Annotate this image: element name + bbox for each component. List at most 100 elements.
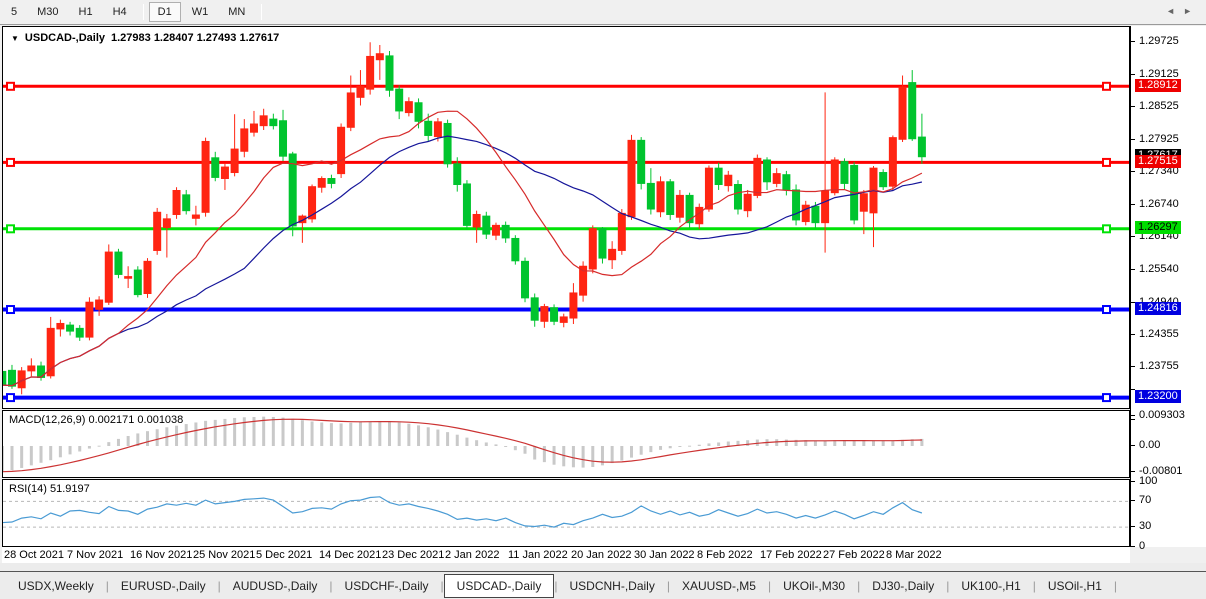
axis-tick: [1131, 334, 1135, 335]
macd-indicator-pane[interactable]: MACD(12,26,9) 0.002171 0.001038: [2, 410, 1130, 478]
tab-usoil-h1[interactable]: USOil-,H1: [1036, 574, 1114, 598]
hline-handle[interactable]: [7, 83, 14, 90]
ma-fast-line: [3, 111, 922, 385]
hline-handle[interactable]: [7, 306, 14, 313]
tab-ukoil-m30[interactable]: UKOil-,M30: [771, 574, 857, 598]
hline-handle[interactable]: [7, 394, 14, 401]
macd-signal-line: [3, 419, 922, 472]
hline-handle[interactable]: [7, 225, 14, 232]
date-label: 5 Dec 2021: [256, 549, 312, 561]
bottom-strip: [0, 563, 1206, 571]
rsi-axis-label: 0: [1139, 540, 1145, 552]
rsi-indicator-pane[interactable]: RSI(14) 51.9197: [2, 479, 1130, 547]
axis-tick: [1131, 366, 1135, 367]
date-label: 17 Feb 2022: [760, 549, 822, 561]
tab-usdcad-daily[interactable]: USDCAD-,Daily: [444, 574, 555, 598]
price-tick-label: 1.27925: [1139, 133, 1179, 145]
axis-tick: [1131, 526, 1135, 527]
ma-slow-line: [3, 136, 922, 386]
symbol-tabbar: USDX,Weekly|EURUSD-,Daily|AUDUSD-,Daily|…: [0, 571, 1206, 599]
price-tick-label: 1.28525: [1139, 100, 1179, 112]
date-label: 28 Oct 2021: [4, 549, 64, 561]
timeframe-button-h4[interactable]: H4: [104, 2, 136, 22]
hline-handle[interactable]: [1103, 225, 1110, 232]
timeframe-button-d1[interactable]: D1: [149, 2, 181, 22]
rsi-axis-label: 100: [1139, 475, 1157, 487]
toolbar-separator: [143, 4, 144, 20]
date-label: 25 Nov 2021: [193, 549, 255, 561]
price-tick-label: 1.23755: [1139, 360, 1179, 372]
axis-tick: [1131, 74, 1135, 75]
date-label: 30 Jan 2022: [634, 549, 695, 561]
macd-label: MACD(12,26,9) 0.002171 0.001038: [9, 414, 183, 426]
axis-tick: [1131, 500, 1135, 501]
date-label: 7 Nov 2021: [67, 549, 123, 561]
tab-uk100-h1[interactable]: UK100-,H1: [949, 574, 1032, 598]
price-axis[interactable]: 1.297251.291251.285251.279251.273401.267…: [1131, 26, 1206, 547]
date-label: 14 Dec 2021: [319, 549, 381, 561]
date-label: 8 Feb 2022: [697, 549, 753, 561]
price-tick-label: 1.29725: [1139, 35, 1179, 47]
chart-symbol-label: USDCAD-,Daily: [25, 32, 105, 44]
date-label: 2 Jan 2022: [445, 549, 499, 561]
tab-eurusd-daily[interactable]: EURUSD-,Daily: [109, 574, 218, 598]
candles-group: [3, 42, 925, 394]
axis-tick: [1131, 445, 1135, 446]
collapse-triangle-icon[interactable]: ▼: [11, 34, 19, 43]
axis-tick: [1131, 481, 1135, 482]
tab-xauusd-m5[interactable]: XAUUSD-,M5: [670, 574, 768, 598]
axis-tick: [1131, 204, 1135, 205]
axis-tick: [1131, 419, 1135, 420]
timeframe-button-w1[interactable]: W1: [183, 2, 218, 22]
timeframe-button-mn[interactable]: MN: [219, 2, 254, 22]
date-label: 23 Dec 2021: [382, 549, 444, 561]
axis-tick: [1131, 471, 1135, 472]
axis-tick: [1131, 41, 1135, 42]
axis-tick: [1131, 236, 1135, 237]
price-badge-resistance: 1.27515: [1135, 155, 1181, 168]
rsi-canvas[interactable]: [3, 480, 1129, 546]
price-badge-resistance: 1.28912: [1135, 79, 1181, 92]
hline-handle[interactable]: [1103, 83, 1110, 90]
tab-dj30-daily[interactable]: DJ30-,Daily: [860, 574, 946, 598]
chart-ohlc-values: 1.27983 1.28407 1.27493 1.27617: [111, 32, 279, 44]
price-badge-support: 1.24816: [1135, 302, 1181, 315]
rsi-axis-label: 30: [1139, 520, 1151, 532]
price-tick-label: 1.24355: [1139, 328, 1179, 340]
axis-tick: [1131, 546, 1135, 547]
time-axis[interactable]: 28 Oct 20217 Nov 2021 16 Nov 202125 Nov 2…: [2, 547, 1130, 563]
date-label: 16 Nov 2021: [130, 549, 192, 561]
macd-axis-label: 0.009303: [1139, 409, 1185, 421]
tab-usdx-weekly[interactable]: USDX,Weekly: [6, 574, 106, 598]
axis-tick: [1131, 389, 1135, 390]
date-label: 8 Mar 2022: [886, 549, 942, 561]
macd-axis-label: 0.00: [1139, 439, 1160, 451]
candlestick-canvas[interactable]: [3, 27, 1129, 408]
hline-handle[interactable]: [1103, 159, 1110, 166]
rsi-axis-label: 70: [1139, 494, 1151, 506]
toolbar-separator: [261, 4, 262, 20]
price-chart-pane[interactable]: ▼ USDCAD-,Daily 1.27983 1.28407 1.27493 …: [2, 26, 1130, 409]
chart-title: ▼ USDCAD-,Daily 1.27983 1.28407 1.27493 …: [11, 32, 279, 44]
date-label: 27 Feb 2022: [823, 549, 885, 561]
timeframe-button-m30[interactable]: M30: [28, 2, 67, 22]
hline-handle[interactable]: [7, 159, 14, 166]
timeframe-button-5[interactable]: 5: [2, 2, 26, 22]
tab-usdcnh-daily[interactable]: USDCNH-,Daily: [557, 574, 666, 598]
hline-handle[interactable]: [1103, 394, 1110, 401]
hline-handle[interactable]: [1103, 306, 1110, 313]
axis-tick: [1131, 269, 1135, 270]
tab-audusd-daily[interactable]: AUDUSD-,Daily: [221, 574, 330, 598]
timeframe-button-h1[interactable]: H1: [70, 2, 102, 22]
axis-tick: [1131, 106, 1135, 107]
price-tick-label: 1.26740: [1139, 198, 1179, 210]
tab-scroll-arrows[interactable]: ◄►: [1166, 6, 1200, 16]
date-label: 20 Jan 2022: [571, 549, 632, 561]
axis-tick: [1131, 139, 1135, 140]
date-label: 11 Jan 2022: [508, 549, 568, 561]
axis-tick: [1131, 171, 1135, 172]
timeframe-toolbar: 5M30H1H4 D1W1MN: [0, 0, 1206, 25]
rsi-label: RSI(14) 51.9197: [9, 483, 90, 495]
price-tick-label: 1.25540: [1139, 263, 1179, 275]
tab-usdchf-daily[interactable]: USDCHF-,Daily: [333, 574, 441, 598]
